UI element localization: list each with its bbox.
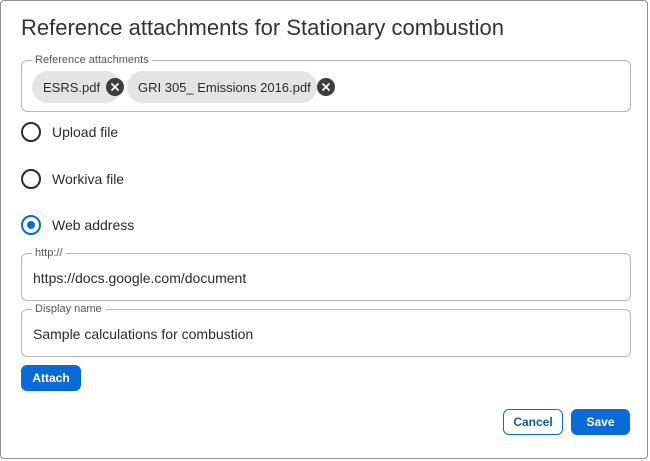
attach-button[interactable]: Attach (21, 365, 81, 391)
url-field-legend: http:// (32, 246, 66, 260)
radio-upload-file[interactable]: Upload file (21, 122, 118, 142)
attachment-chip-label: GRI 305_ Emissions 2016.pdf (138, 79, 311, 95)
reference-attachments-legend: Reference attachments (32, 53, 152, 67)
radio-button-selected[interactable] (21, 215, 41, 235)
dialog-title: Reference attachments for Stationary com… (21, 15, 505, 40)
display-name-input[interactable] (33, 326, 613, 342)
radio-button[interactable] (21, 169, 41, 189)
close-circle-icon[interactable] (316, 78, 335, 96)
radio-label: Web address (52, 217, 135, 233)
cancel-button[interactable]: Cancel (503, 409, 563, 435)
radio-label: Workiva file (52, 171, 125, 187)
radio-button[interactable] (21, 122, 41, 142)
radio-selected-dot (27, 221, 35, 229)
radio-label: Upload file (52, 124, 119, 140)
url-field: http:// (21, 246, 631, 301)
url-input[interactable] (33, 270, 613, 286)
radio-web-address[interactable]: Web address (21, 215, 134, 235)
save-button[interactable]: Save (571, 409, 630, 435)
attachment-chip: ESRS.pdf (32, 71, 125, 103)
attachment-chip-label: ESRS.pdf (43, 79, 101, 95)
close-circle-icon[interactable] (106, 78, 125, 96)
display-name-field: Display name (21, 302, 631, 357)
attachment-chip: GRI 305_ Emissions 2016.pdf (127, 71, 335, 103)
radio-workiva-file[interactable]: Workiva file (21, 169, 124, 189)
display-name-legend: Display name (32, 302, 105, 316)
reference-attachments-dialog: Reference attachments for Stationary com… (0, 0, 648, 459)
reference-attachments-field: Reference attachments ESRS.pdf GRI 305_ … (21, 53, 631, 112)
